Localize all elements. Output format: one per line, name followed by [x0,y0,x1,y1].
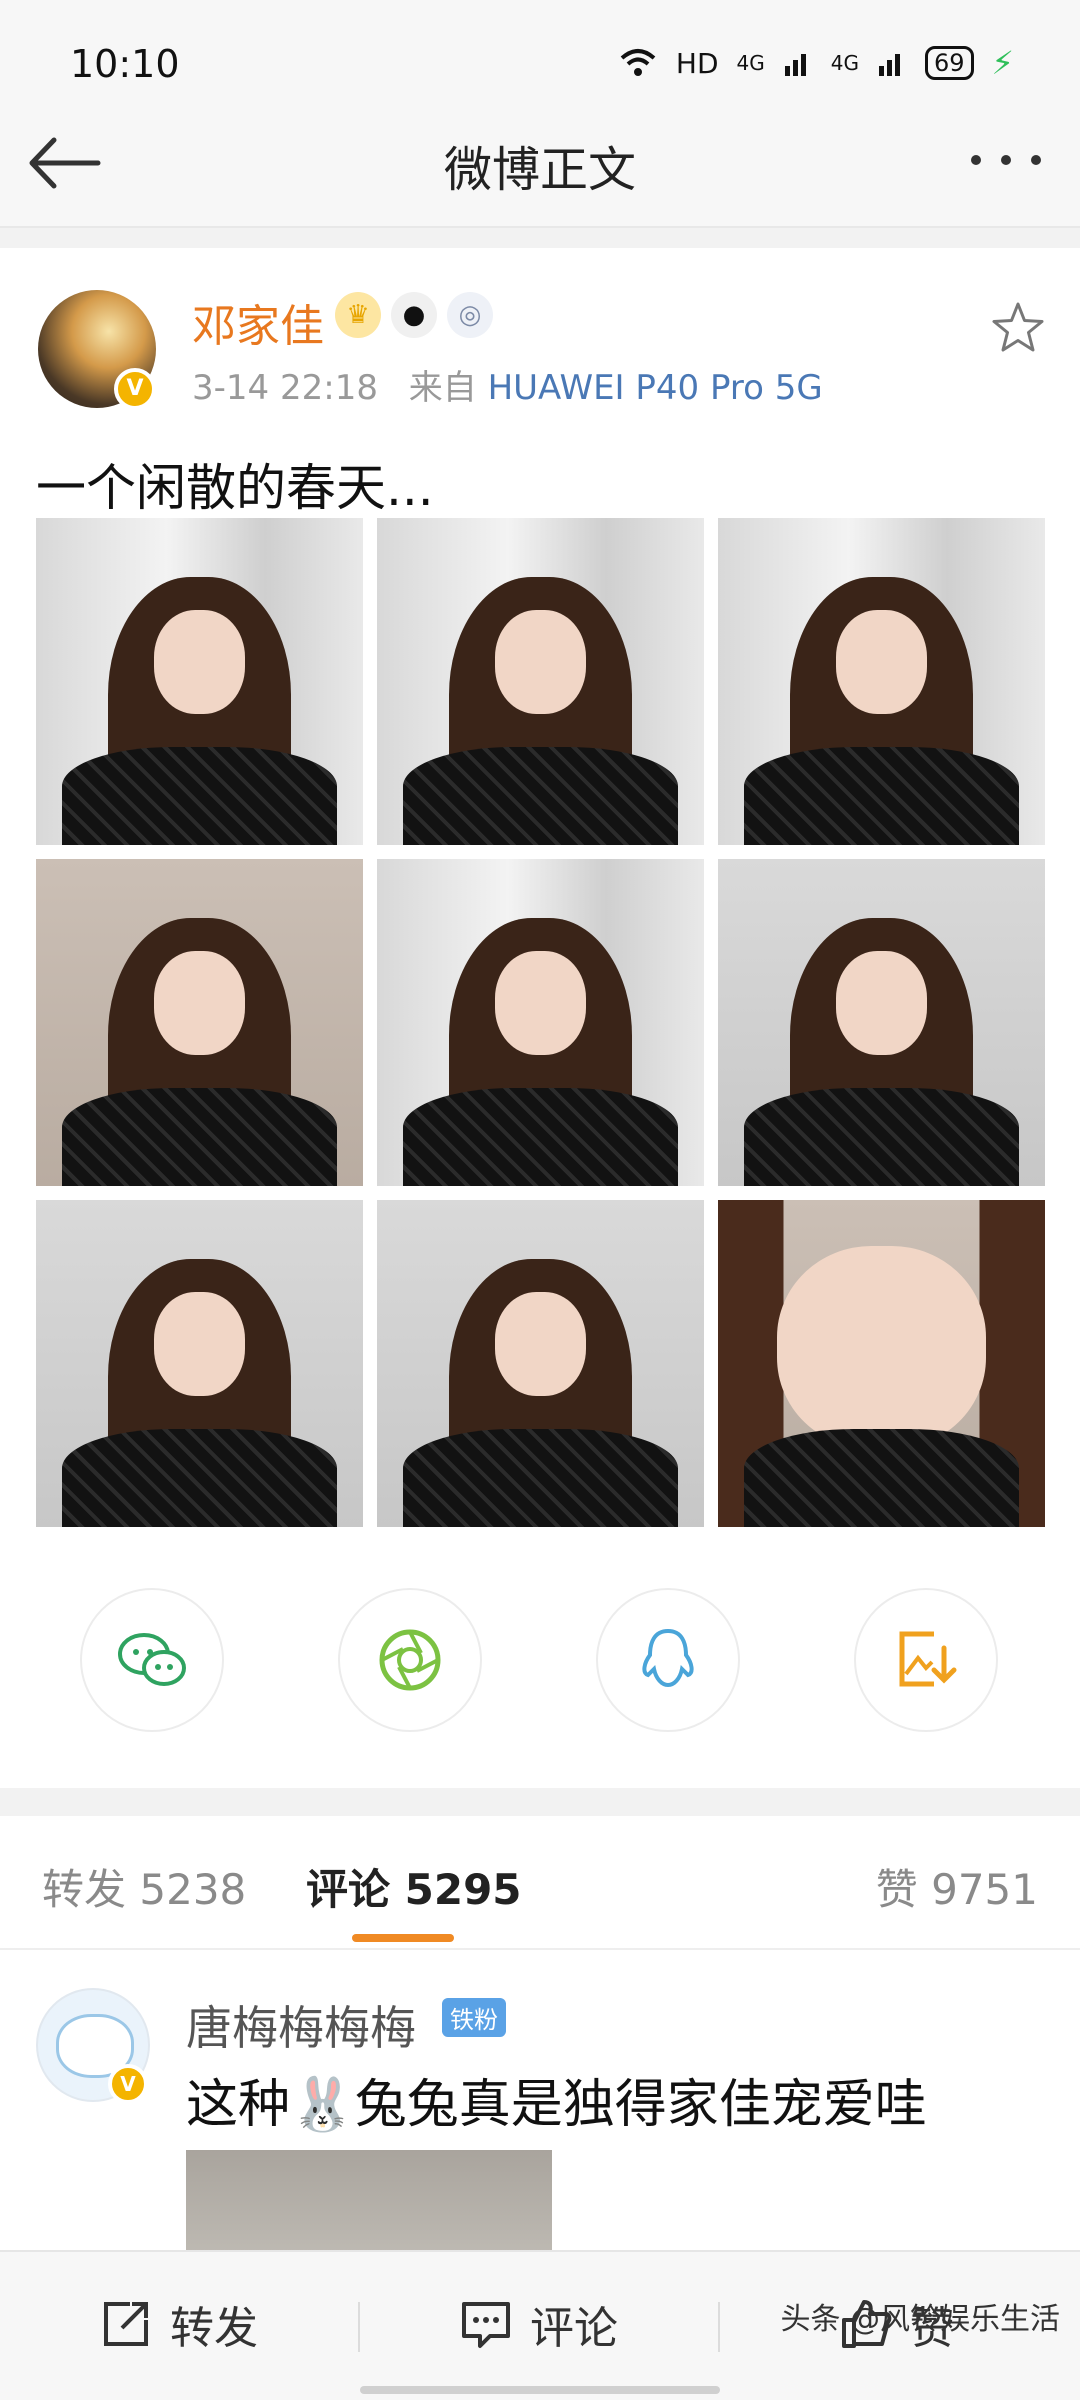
section-divider [0,228,1080,248]
home-indicator[interactable] [360,2386,720,2394]
interaction-tabs: 转发 5238 评论 5295 赞 9751 [0,1816,1080,1950]
photo-grid [36,518,1045,1527]
status-icons: HD 4G 4G 69 ⚡ [618,44,1014,82]
comment-text: 这种🐰兔兔真是独得家佳宠爱哇 [186,2062,927,2137]
more-options-button[interactable] [966,140,1046,180]
repost-button[interactable]: 转发 [100,2292,258,2356]
star-icon [992,302,1044,352]
signal-icon [784,54,806,76]
page-title: 微博正文 [443,142,636,198]
tab-label: 转发 [42,1865,127,1914]
share-qq-button[interactable] [596,1588,740,1732]
save-image-icon [899,1631,957,1687]
post-meta: 3-14 22:18 来自 HUAWEI P40 Pro 5G [192,360,823,409]
post-photo[interactable] [718,859,1045,1186]
verified-badge-icon: V [114,368,156,410]
charging-icon: ⚡ [991,44,1014,82]
author-name[interactable]: 邓家佳 [192,290,324,354]
comment-label: 评论 [530,2303,618,2354]
medal-badge-icon[interactable]: ◎ [447,292,493,338]
share-wechat-button[interactable] [80,1588,224,1732]
rabbit-emoji-icon: 🐰 [290,2075,355,2135]
signal-icon [878,54,900,76]
post-timestamp: 3-14 22:18 [192,368,378,408]
share-row [0,1588,1080,1738]
bar-divider [358,2302,360,2352]
post-photo[interactable] [377,1200,704,1527]
favorite-button[interactable] [990,300,1046,356]
post-photo[interactable] [377,518,704,845]
network-label: HD [675,46,719,80]
commenter-name[interactable]: 唐梅梅梅梅 [186,1992,416,2058]
crown-badge-icon[interactable]: ♛ [335,292,381,338]
source-device-link[interactable]: HUAWEI P40 Pro 5G [488,368,823,408]
weibo-post: V 邓家佳 ♛ ● ◎ 3-14 22:18 来自 HUAWEI P40 Pro… [0,248,1080,1788]
battery-indicator: 69 [924,46,974,80]
more-dots-icon [971,155,1041,165]
post-photo[interactable] [377,859,704,1186]
comment-image[interactable] [186,2150,552,2252]
tab-reposts[interactable]: 转发 5238 [42,1856,246,1917]
top-navigation-bar: 微博正文 [0,100,1080,228]
signal-label-1: 4G [736,51,765,75]
repost-icon [104,2302,148,2346]
wifi-icon [620,49,656,76]
qq-icon [642,1628,694,1688]
bar-divider [718,2302,720,2352]
post-photo[interactable] [718,1200,1045,1527]
moments-icon [379,1629,441,1691]
tab-likes[interactable]: 赞 9751 [876,1856,1038,1917]
post-photo[interactable] [718,518,1045,845]
post-photo[interactable] [36,518,363,845]
post-photo[interactable] [36,859,363,1186]
tab-count: 5295 [404,1865,522,1914]
author-badges: ♛ ● ◎ [335,292,493,338]
wechat-icon [118,1633,186,1686]
panda-badge-icon[interactable]: ● [391,292,437,338]
active-tab-indicator [352,1934,454,1942]
status-time: 10:10 [70,42,180,86]
section-divider [0,1788,1080,1816]
comment-item: V 唐梅梅梅梅 铁粉 这种🐰兔兔真是独得家佳宠爱哇 [0,1952,1080,2252]
signal-label-2: 4G [830,51,859,75]
post-photo[interactable] [36,1200,363,1527]
post-text: 一个闲散的春天... [36,459,434,517]
comment-text-part: 兔兔真是独得家佳宠爱哇 [354,2075,927,2135]
source-watermark: 头条 @风铃娱乐生活 [780,2302,1060,2337]
tab-label: 赞 [875,1865,918,1914]
tab-label: 评论 [306,1865,391,1914]
comment-button[interactable]: 评论 [460,2292,618,2356]
comment-text-part: 这种 [186,2075,291,2135]
tab-comments[interactable]: 评论 5295 [306,1856,522,1917]
comment-icon [462,2302,510,2348]
source-prefix: 来自 [408,368,477,408]
tab-count: 5238 [139,1865,247,1914]
verified-badge-icon: V [108,2064,148,2104]
save-image-button[interactable] [854,1588,998,1732]
fan-badge[interactable]: 铁粉 [442,1998,506,2037]
repost-label: 转发 [170,2303,258,2354]
share-moments-button[interactable] [338,1588,482,1732]
tab-count: 9751 [931,1865,1038,1914]
